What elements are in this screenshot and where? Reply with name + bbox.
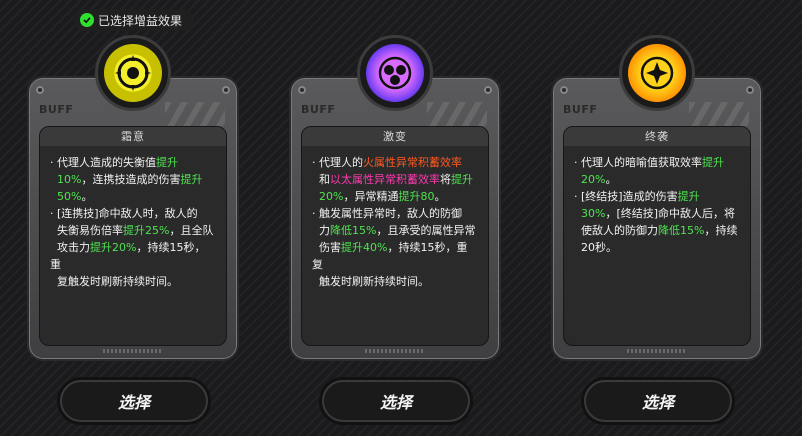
select-button-3[interactable]: 选择 (584, 380, 732, 422)
buff-description: · 代理人造成的失衡值提升 10%，连携技造成的伤害提升 50%。 · [连携技… (50, 156, 214, 288)
buff-description-panel: 激变 · 代理人的火属性异常积蓄效率 和以太属性异常积蓄效率将提升 20%，异常… (301, 126, 489, 346)
buff-label: BUFF (39, 103, 74, 116)
buff-card-3[interactable]: BUFF 终袭 · 代理人的暗喻值获取效率提升 20%。 · [终结技]造成的伤… (551, 76, 763, 361)
card-footer-mark (627, 349, 687, 353)
buff-description-panel: 终袭 · 代理人的暗喻值获取效率提升 20%。 · [终结技]造成的伤害提升 3… (563, 126, 751, 346)
card-footer-mark (365, 349, 425, 353)
selected-badge-label: 已选择增益效果 (98, 13, 183, 28)
card-pin (746, 86, 754, 94)
orange-star-emblem-icon (640, 56, 674, 90)
select-button-2[interactable]: 选择 (322, 380, 470, 422)
buff-emblem-3 (619, 35, 695, 111)
card-pin (484, 86, 492, 94)
decor-stripes (689, 102, 749, 126)
buff-title: 终袭 (564, 127, 750, 146)
select-button-1[interactable]: 选择 (60, 380, 208, 422)
card-pin (222, 86, 230, 94)
selected-buff-badge: 已选择增益效果 (74, 9, 194, 31)
buff-emblem-2 (357, 35, 433, 111)
buff-description: · 代理人的暗喻值获取效率提升 20%。 · [终结技]造成的伤害提升 30%，… (574, 156, 738, 254)
card-pin (298, 86, 306, 94)
yellow-gear-emblem-icon (115, 55, 151, 91)
buff-emblem-1 (95, 35, 171, 111)
card-pin (560, 86, 568, 94)
buff-title: 霜意 (40, 127, 226, 146)
buff-card-1[interactable]: BUFF 霜意 · 代理人造成的失衡值提升 10%，连携技造成的伤害提升 50%… (27, 76, 239, 361)
buff-label: BUFF (301, 103, 336, 116)
decor-stripes (165, 102, 225, 126)
buff-title: 激变 (302, 127, 488, 146)
buff-description-panel: 霜意 · 代理人造成的失衡值提升 10%，连携技造成的伤害提升 50%。 · [… (39, 126, 227, 346)
card-pin (36, 86, 44, 94)
decor-stripes (427, 102, 487, 126)
buff-description: · 代理人的火属性异常积蓄效率 和以太属性异常积蓄效率将提升 20%，异常精通提… (312, 156, 476, 288)
card-footer-mark (103, 349, 163, 353)
purple-orb-emblem-icon (378, 56, 412, 90)
check-icon (80, 13, 94, 27)
buff-card-2[interactable]: BUFF 激变 · 代理人的火属性异常积蓄效率 和以太属性异常积蓄效率将提升 2… (289, 76, 501, 361)
buff-label: BUFF (563, 103, 598, 116)
